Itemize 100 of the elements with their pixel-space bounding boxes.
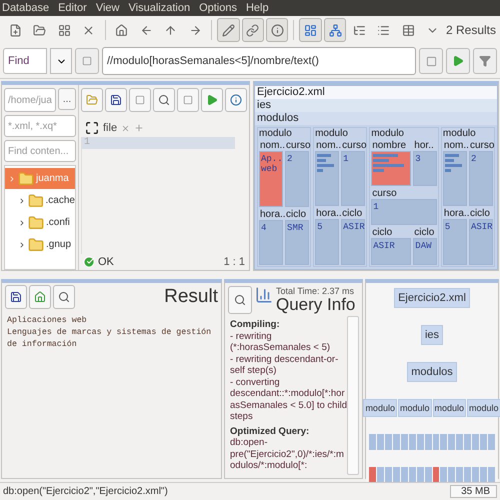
info-line: - rewriting descendant-or-self step(s) xyxy=(230,354,340,376)
menu-item[interactable]: Visualization xyxy=(128,2,190,14)
toolbar-button[interactable] xyxy=(324,18,346,42)
forward-arrow-icon xyxy=(188,24,202,36)
run-button[interactable] xyxy=(201,88,223,112)
folder-item[interactable]: .gnup xyxy=(5,234,75,255)
run-button[interactable] xyxy=(446,48,470,74)
toolbar-button[interactable] xyxy=(242,18,264,42)
save-button[interactable] xyxy=(105,88,127,112)
toolbar-button[interactable] xyxy=(217,18,240,42)
table-icon xyxy=(402,24,415,36)
play-icon xyxy=(452,55,464,67)
field-label: hora.. xyxy=(442,208,467,218)
field-value: ASIR xyxy=(468,218,493,265)
new-file-icon xyxy=(8,24,22,36)
result-line: Lenguajes de marcas y sistemas de gestión de información xyxy=(7,327,212,351)
folder-icon xyxy=(33,24,46,36)
grid-icon xyxy=(58,24,71,36)
stop-icon xyxy=(183,95,193,105)
search-icon xyxy=(58,291,70,303)
field-value: 3 xyxy=(413,151,437,186)
browse-button[interactable]: ... xyxy=(58,88,76,110)
toggle-button[interactable] xyxy=(75,48,99,74)
search-icon xyxy=(158,94,170,106)
document-label: Ejercicio2.xml xyxy=(255,86,497,99)
variables-button[interactable] xyxy=(225,88,247,112)
field-value: 1 xyxy=(341,151,366,206)
list-tree-icon xyxy=(352,24,366,36)
field-label: curso xyxy=(285,140,310,151)
field-value: Ap.. web xyxy=(259,151,284,206)
field-value: 4 xyxy=(259,220,284,265)
close-icon xyxy=(82,24,95,36)
total-time: Total Time: 2.37 ms xyxy=(276,286,356,296)
toolbar-button[interactable] xyxy=(266,18,288,42)
search-icon xyxy=(234,294,246,306)
menu-item[interactable]: Editor xyxy=(58,2,87,14)
folder-icon xyxy=(86,94,98,106)
field-value: 5 xyxy=(442,218,467,265)
home-icon xyxy=(115,24,128,36)
tree-view-icon xyxy=(328,24,342,36)
result-line: Aplicaciones web xyxy=(7,315,88,327)
tree-node: ies xyxy=(420,325,444,345)
field-value: ASIR xyxy=(371,238,412,265)
search-button[interactable] xyxy=(53,285,75,309)
square-icon xyxy=(135,95,145,105)
field-label: hora.. xyxy=(315,208,340,218)
add-tab-icon xyxy=(134,123,144,133)
section-heading: Optimized Query: xyxy=(230,426,310,437)
memory-usage: 35 MB xyxy=(450,485,497,498)
search-button[interactable] xyxy=(153,88,175,112)
expand-icon xyxy=(85,121,99,135)
up-arrow-icon xyxy=(164,24,178,36)
cursor-position: 1 : 1 xyxy=(224,256,245,268)
menu-item[interactable]: Help xyxy=(246,2,269,14)
editor-tab[interactable]: file xyxy=(103,122,118,134)
field-label: ciclo xyxy=(413,227,437,238)
field-label: nom.. xyxy=(315,140,340,151)
section-heading: Compiling: xyxy=(230,319,281,330)
menu-item[interactable]: View xyxy=(96,2,120,14)
field-value: 2 xyxy=(285,151,310,206)
save-button[interactable] xyxy=(5,285,27,309)
close-icon xyxy=(121,124,130,132)
field-label: nombre xyxy=(371,140,412,151)
field-value: DAW xyxy=(413,238,437,265)
tree-node: modulo xyxy=(398,399,432,417)
field-label: nom.. xyxy=(442,140,467,151)
bar-chart-icon xyxy=(255,286,273,304)
map-view-icon xyxy=(304,24,318,36)
folder-item[interactable]: .confi xyxy=(5,212,75,233)
menu-item[interactable]: Options xyxy=(199,2,237,14)
stop-icon xyxy=(426,56,436,66)
play-icon xyxy=(206,94,218,106)
save-icon xyxy=(110,94,122,106)
menu-item[interactable]: Database xyxy=(2,2,50,14)
field-value: 2 xyxy=(468,151,493,206)
info-line: - rewriting (*:horasSemanales < 5) xyxy=(230,330,332,354)
field-label: ciclo xyxy=(371,227,412,238)
field-label: nom.. xyxy=(259,140,284,151)
info-line: - converting descendant::*:modulo[*:horasSemanales < 5.0] to child steps xyxy=(230,376,347,422)
search-button[interactable] xyxy=(228,286,252,314)
field-label: curso xyxy=(341,140,366,151)
pencil-icon xyxy=(222,24,235,36)
folder-item[interactable]: .cache xyxy=(5,190,75,211)
field-value: 5 xyxy=(315,218,340,265)
field-label: ciclo xyxy=(285,208,310,220)
ok-icon xyxy=(83,256,95,268)
mode-select[interactable]: Find xyxy=(3,48,47,74)
scrollbar[interactable] xyxy=(347,316,359,475)
field-value: SMR xyxy=(285,220,310,265)
filter-button[interactable] xyxy=(473,48,497,74)
line-number: 1 xyxy=(82,137,235,149)
toolbar-button[interactable] xyxy=(299,18,322,42)
field-value: 1 xyxy=(371,198,437,226)
toggle-button[interactable] xyxy=(129,88,151,112)
folder-icon xyxy=(18,170,34,186)
query-field[interactable]: //modulo[horasSemanales<5]/nombre/text() xyxy=(102,47,416,75)
save-icon xyxy=(10,291,22,303)
field-label: ciclo xyxy=(341,208,366,218)
home-icon xyxy=(34,291,46,303)
list-icon xyxy=(377,24,390,36)
